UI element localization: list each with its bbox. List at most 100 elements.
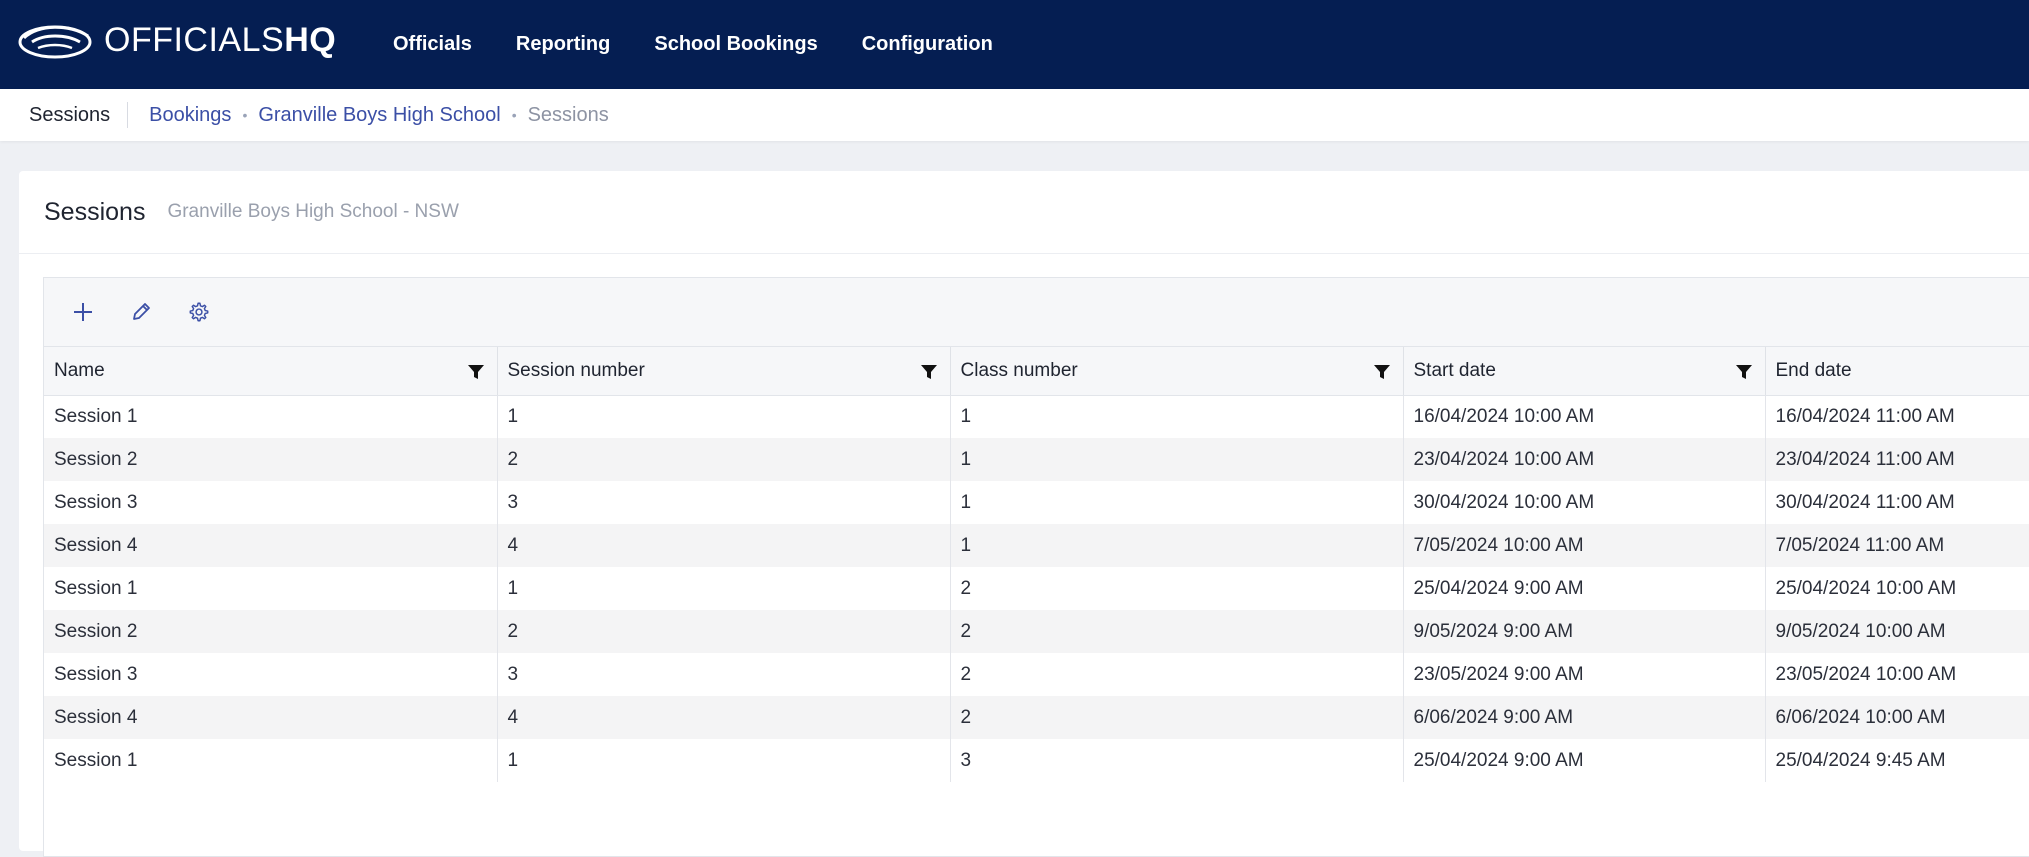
- app-logo[interactable]: OFFICIALSHQ: [18, 20, 336, 60]
- table-row[interactable]: Session 4 4 1 7/05/2024 10:00 AM 7/05/2024 1…: [44, 524, 2029, 567]
- table-row[interactable]: Session 2 2 1 23/04/2024 10:00 AM 23/04/2024…: [44, 438, 2029, 481]
- cell-class-number: 1: [950, 524, 1404, 567]
- cell-name: Session 2: [44, 610, 498, 653]
- cell-name: Session 1: [44, 739, 498, 782]
- breadcrumb-separator: •: [242, 107, 248, 123]
- cell-class-number: 2: [950, 696, 1404, 739]
- filter-icon[interactable]: [467, 363, 485, 381]
- column-header-label: Class number: [960, 359, 1078, 381]
- cell-name: Session 4: [44, 696, 498, 739]
- nav-item-configuration[interactable]: Configuration: [862, 33, 993, 56]
- table-row[interactable]: Session 1 1 3 25/04/2024 9:00 AM 25/04/2024 …: [44, 739, 2029, 782]
- main-nav: Officials Reporting School Bookings Conf…: [393, 0, 1037, 89]
- sessions-card: Sessions Granville Boys High School - NS…: [19, 171, 2029, 857]
- table-row[interactable]: Session 1 1 2 25/04/2024 9:00 AM 25/04/2024 …: [44, 567, 2029, 610]
- breadcrumb: Bookings • Granville Boys High School • …: [149, 104, 609, 127]
- cell-end-date: 23/05/2024 10:00 AM: [1765, 653, 2029, 696]
- cell-name: Session 1: [44, 567, 498, 610]
- cell-session-number: 1: [497, 395, 951, 438]
- cell-end-date: 9/05/2024 10:00 AM: [1765, 610, 2029, 653]
- page-subtitle: Granville Boys High School - NSW: [167, 201, 459, 222]
- cell-end-date: 16/04/2024 11:00 AM: [1765, 395, 2029, 438]
- cell-class-number: 1: [950, 481, 1404, 524]
- cell-end-date: 7/05/2024 11:00 AM: [1765, 524, 2029, 567]
- breadcrumb-current: Sessions: [527, 103, 609, 126]
- cell-start-date: 23/05/2024 9:00 AM: [1403, 653, 1766, 696]
- filter-icon[interactable]: [1373, 363, 1391, 381]
- filter-icon[interactable]: [1735, 363, 1753, 381]
- cell-name: Session 3: [44, 481, 498, 524]
- cell-start-date: 16/04/2024 10:00 AM: [1403, 395, 1766, 438]
- table-header-row: Name Session number Class number Start d…: [44, 347, 2029, 396]
- cell-class-number: 1: [950, 395, 1404, 438]
- table-row[interactable]: Session 1 1 1 16/04/2024 10:00 AM 16/04/2024…: [44, 395, 2029, 438]
- breadcrumb-link-bookings[interactable]: Bookings: [149, 104, 231, 127]
- cell-start-date: 30/04/2024 10:00 AM: [1403, 481, 1766, 524]
- plus-icon: [74, 303, 92, 321]
- nav-item-school-bookings[interactable]: School Bookings: [654, 33, 817, 56]
- cell-session-number: 1: [497, 739, 951, 782]
- column-header-label: Session number: [507, 359, 645, 381]
- table-row[interactable]: Session 3 3 1 30/04/2024 10:00 AM 30/04/2024…: [44, 481, 2029, 524]
- cell-class-number: 2: [950, 610, 1404, 653]
- cell-session-number: 4: [497, 696, 951, 739]
- table-body: Session 1 1 1 16/04/2024 10:00 AM 16/04/2024…: [44, 395, 2029, 782]
- edit-button[interactable]: [124, 295, 158, 329]
- column-header-class-number[interactable]: Class number: [950, 347, 1404, 396]
- cell-session-number: 4: [497, 524, 951, 567]
- breadcrumb-page-label: Sessions: [29, 102, 129, 128]
- cell-start-date: 7/05/2024 10:00 AM: [1403, 524, 1766, 567]
- table-row[interactable]: Session 4 4 2 6/06/2024 9:00 AM 6/06/2024 10…: [44, 696, 2029, 739]
- nav-item-officials[interactable]: Officials: [393, 33, 472, 56]
- cell-end-date: 30/04/2024 11:00 AM: [1765, 481, 2029, 524]
- column-header-label: Name: [54, 359, 105, 381]
- nav-item-reporting[interactable]: Reporting: [516, 33, 610, 56]
- cell-class-number: 3: [950, 739, 1404, 782]
- sessions-table: Name Session number Class number Start d…: [44, 347, 2029, 782]
- logo-text-light: OFFICIALS: [104, 21, 285, 59]
- cell-name: Session 2: [44, 438, 498, 481]
- column-header-name[interactable]: Name: [44, 347, 498, 396]
- cell-end-date: 25/04/2024 9:45 AM: [1765, 739, 2029, 782]
- breadcrumb-bar: Sessions Bookings • Granville Boys High …: [0, 89, 2029, 141]
- page-title: Sessions: [44, 197, 146, 226]
- add-button[interactable]: [66, 295, 100, 329]
- column-header-start-date[interactable]: Start date: [1403, 347, 1766, 396]
- cell-end-date: 25/04/2024 10:00 AM: [1765, 567, 2029, 610]
- gear-icon: [189, 302, 209, 322]
- grid-toolbar: [44, 278, 2029, 347]
- cell-start-date: 25/04/2024 9:00 AM: [1403, 739, 1766, 782]
- cell-start-date: 25/04/2024 9:00 AM: [1403, 567, 1766, 610]
- cell-session-number: 2: [497, 438, 951, 481]
- cell-class-number: 2: [950, 567, 1404, 610]
- cell-session-number: 1: [497, 567, 951, 610]
- breadcrumb-separator: •: [511, 107, 517, 123]
- logo-text-bold: HQ: [284, 21, 337, 59]
- sessions-grid: Name Session number Class number Start d…: [43, 277, 2029, 857]
- column-header-end-date[interactable]: End date: [1765, 347, 2029, 396]
- card-header: Sessions Granville Boys High School - NS…: [19, 171, 2029, 254]
- column-header-label: End date: [1775, 359, 1852, 381]
- settings-button[interactable]: [182, 295, 216, 329]
- cell-name: Session 4: [44, 524, 498, 567]
- cell-end-date: 6/06/2024 10:00 AM: [1765, 696, 2029, 739]
- pencil-icon: [133, 303, 150, 320]
- table-row[interactable]: Session 2 2 2 9/05/2024 9:00 AM 9/05/2024 10…: [44, 610, 2029, 653]
- cell-session-number: 2: [497, 610, 951, 653]
- cell-end-date: 23/04/2024 11:00 AM: [1765, 438, 2029, 481]
- breadcrumb-link-school[interactable]: Granville Boys High School: [258, 104, 500, 127]
- cell-start-date: 9/05/2024 9:00 AM: [1403, 610, 1766, 653]
- cell-start-date: 6/06/2024 9:00 AM: [1403, 696, 1766, 739]
- cell-name: Session 1: [44, 395, 498, 438]
- cell-start-date: 23/04/2024 10:00 AM: [1403, 438, 1766, 481]
- column-header-label: Start date: [1413, 359, 1496, 381]
- table-row[interactable]: Session 3 3 2 23/05/2024 9:00 AM 23/05/2024 …: [44, 653, 2029, 696]
- logo-text: OFFICIALSHQ: [104, 20, 336, 60]
- top-navbar: OFFICIALSHQ Officials Reporting School B…: [0, 0, 2029, 89]
- cell-session-number: 3: [497, 481, 951, 524]
- cell-name: Session 3: [44, 653, 498, 696]
- column-header-session-number[interactable]: Session number: [497, 347, 951, 396]
- cell-class-number: 1: [950, 438, 1404, 481]
- logo-icon: [18, 25, 92, 59]
- filter-icon[interactable]: [920, 363, 938, 381]
